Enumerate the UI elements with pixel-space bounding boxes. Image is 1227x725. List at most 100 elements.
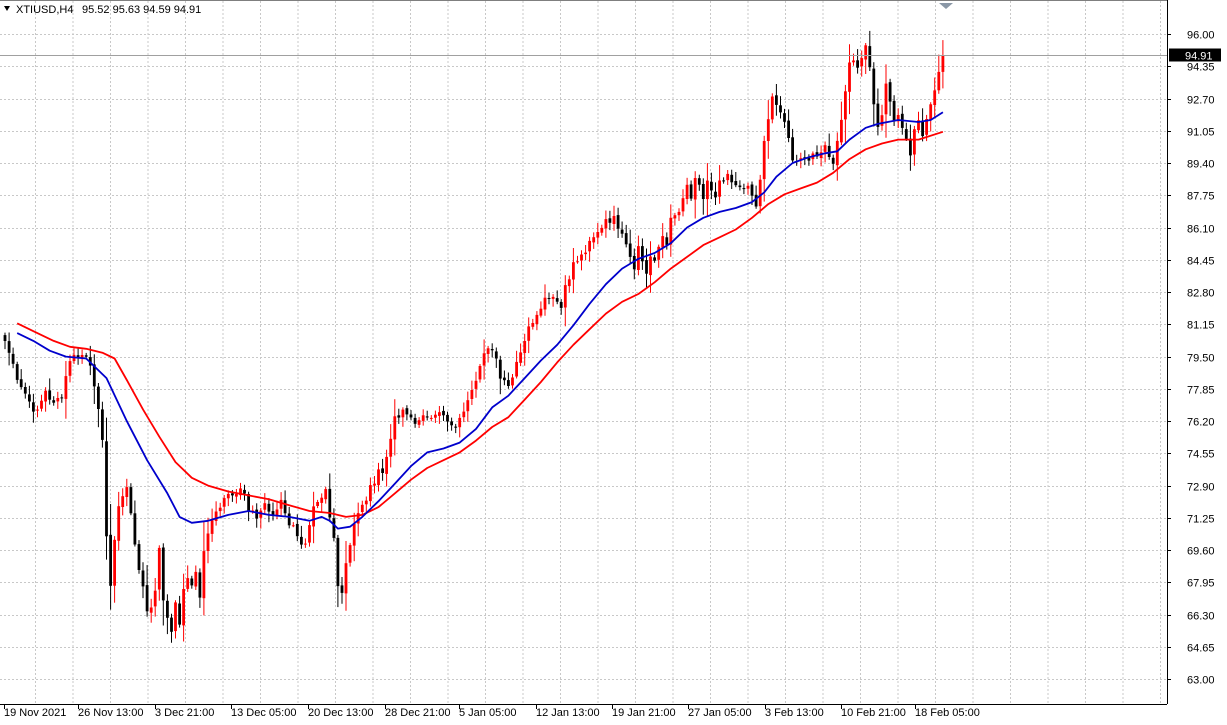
y-tick-label: 87.75 [1187, 191, 1215, 203]
x-tick-label: 28 Dec 21:00 [385, 707, 450, 719]
candle-body [478, 366, 482, 380]
candle-body [770, 96, 774, 120]
candle-body [515, 361, 518, 377]
candle-body [860, 58, 864, 67]
candle-body [308, 525, 311, 543]
y-tick-label: 63.00 [1187, 675, 1215, 687]
candle-body [567, 279, 571, 287]
candle-body [304, 543, 307, 545]
candle-body [547, 298, 551, 299]
candle-body [490, 349, 494, 351]
x-tick-label: 26 Nov 13:00 [78, 707, 143, 719]
candle-body [677, 211, 681, 216]
candle-body [559, 302, 563, 308]
y-tick-label: 82.80 [1187, 288, 1215, 300]
candle-body [64, 376, 68, 399]
candle-body [612, 216, 616, 224]
candle-body [494, 351, 498, 359]
candle-body [661, 236, 665, 248]
candle-body [641, 246, 644, 262]
candle-body [604, 219, 608, 229]
y-tick-label: 89.40 [1187, 159, 1215, 171]
candle-body [689, 184, 693, 199]
candle-body [222, 498, 226, 507]
candle-body [791, 137, 794, 161]
candle-body [852, 60, 855, 63]
candle-body [385, 456, 388, 474]
candle-body [182, 589, 185, 626]
chart-header: XTIUSD,H4 95.52 95.63 94.59 94.91 [4, 4, 201, 16]
candle-body [145, 585, 149, 612]
candle-body [84, 355, 88, 357]
y-tick-label: 72.90 [1187, 482, 1215, 494]
candle-body [734, 181, 738, 186]
candlestick [129, 483, 133, 516]
y-tick-label: 64.65 [1187, 643, 1215, 655]
candle-body [186, 578, 190, 589]
candle-body [714, 191, 717, 198]
candle-body [243, 489, 246, 494]
candle-body [210, 520, 214, 534]
candle-body [929, 104, 933, 120]
candle-body [397, 415, 401, 418]
candle-body [523, 341, 527, 353]
candle-body [218, 507, 222, 512]
x-tick-label: 13 Dec 05:00 [231, 707, 296, 719]
candle-body [718, 180, 721, 197]
candle-body [535, 314, 539, 325]
candle-body [482, 353, 486, 366]
price-chart[interactable]: 96.00 94.35 92.70 91.05 89.40 87.75 86.10 84.45… [0, 0, 1227, 720]
candle-body [11, 353, 15, 364]
candle-body [7, 341, 11, 353]
candle-body [235, 493, 238, 497]
symbol-label: XTIUSD,H4 [16, 4, 73, 16]
y-tick-label: 86.10 [1187, 224, 1215, 236]
candle-body [762, 141, 766, 180]
candle-body [588, 240, 591, 252]
candle-body [295, 523, 299, 537]
y-tick-label: 76.20 [1187, 417, 1215, 429]
candle-body [344, 563, 348, 594]
y-tick-label: 81.15 [1187, 320, 1215, 332]
candle-body [848, 62, 851, 92]
candle-body [360, 504, 364, 512]
candle-body [153, 590, 157, 607]
candle-body [373, 483, 376, 486]
candle-body [40, 400, 43, 409]
x-tick-label: 10 Feb 21:00 [841, 707, 906, 719]
candle-body [840, 119, 843, 143]
x-tick-label: 18 Feb 05:00 [915, 707, 980, 719]
candle-body [466, 400, 470, 412]
candle-body [174, 602, 177, 632]
candle-body [722, 180, 725, 182]
candle-body [166, 600, 169, 618]
candle-body [624, 233, 628, 245]
candle-body [324, 489, 328, 500]
last-price-badge: 94.91 [1169, 48, 1221, 63]
candle-body [474, 380, 478, 389]
candle-body [161, 547, 165, 601]
y-tick-label: 91.05 [1187, 127, 1215, 139]
y-tick-label: 96.00 [1187, 30, 1215, 42]
candle-body [710, 181, 713, 191]
candle-body [701, 184, 705, 199]
candle-body [580, 254, 583, 261]
candle-body [543, 297, 547, 310]
candle-body [669, 217, 673, 245]
candle-body [933, 90, 937, 105]
chart-canvas[interactable]: 96.00 94.35 92.70 91.05 89.40 87.75 86.10 84.45… [0, 0, 1227, 720]
candle-body [109, 534, 112, 586]
candle-body [511, 377, 514, 386]
candle-body [823, 145, 827, 152]
candle-body [539, 308, 543, 316]
candle-body [194, 571, 198, 587]
candle-body [835, 140, 839, 166]
candle-body [291, 525, 295, 527]
candle-body [470, 390, 474, 399]
candle-body [888, 82, 892, 102]
candle-body [405, 408, 409, 415]
y-tick-label: 71.25 [1187, 514, 1215, 526]
candle-body [937, 71, 941, 91]
candle-body [316, 502, 319, 506]
candle-body [507, 380, 510, 386]
